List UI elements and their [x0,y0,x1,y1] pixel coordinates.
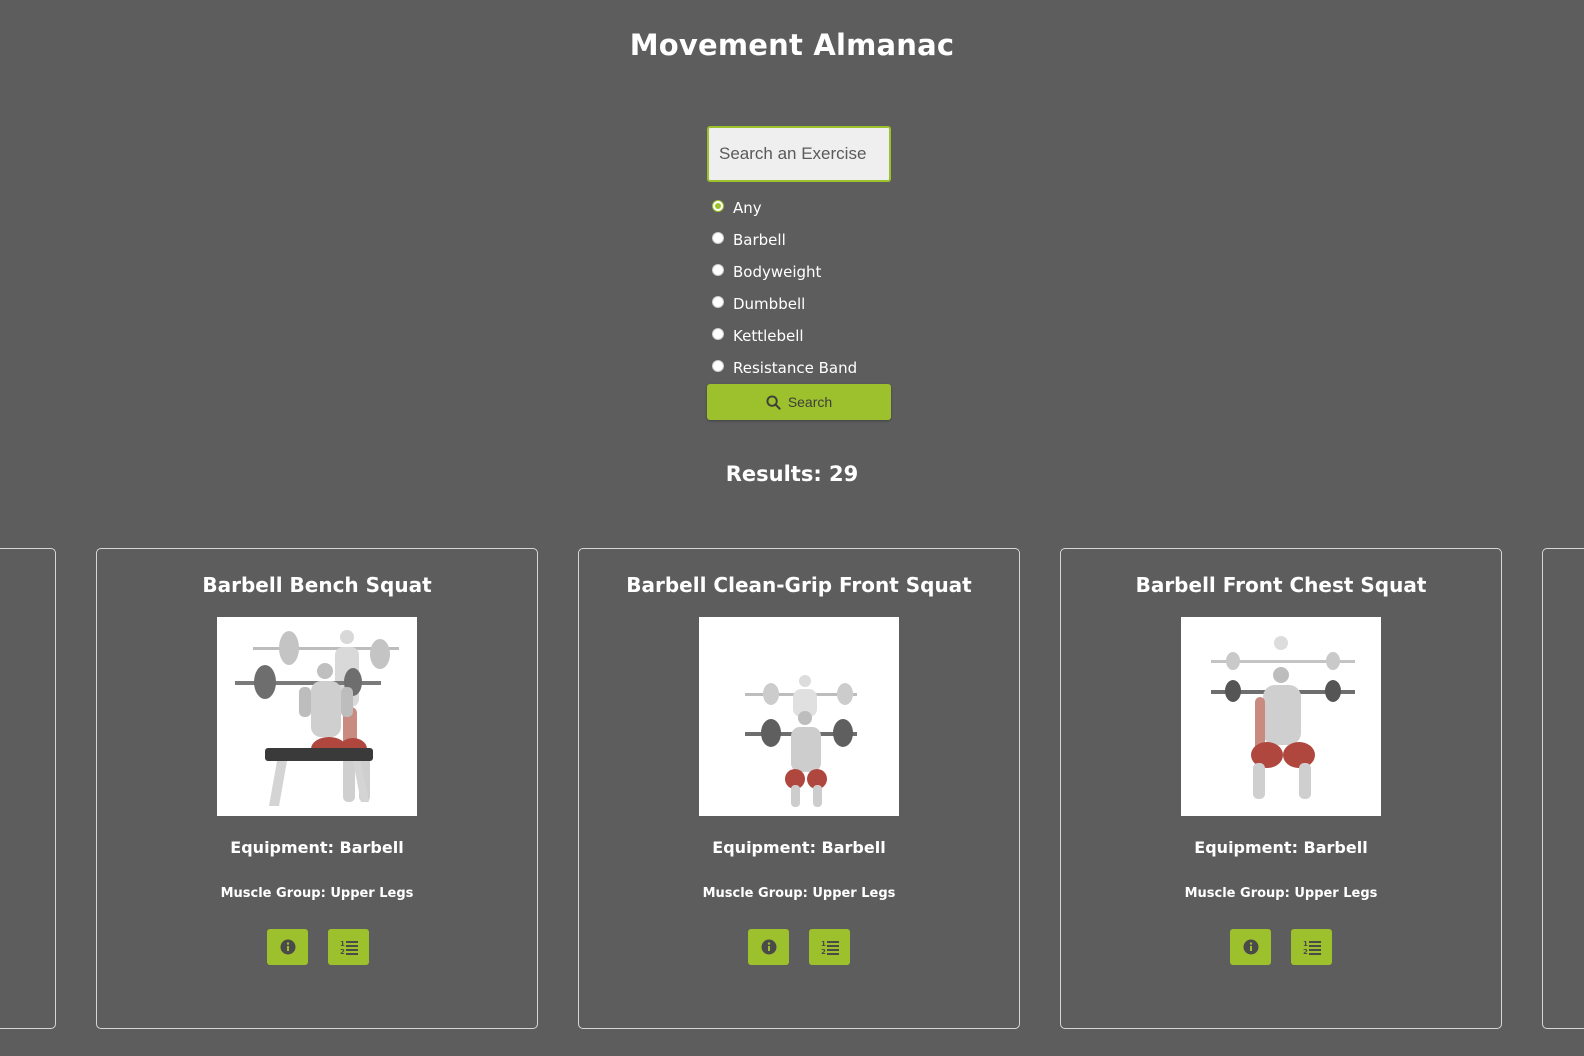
radio-option-kettlebell[interactable]: Kettlebell [712,320,857,352]
exercise-name: Barbell Front Chest Squat [1135,573,1427,597]
exercise-equipment: Equipment: Barbell [230,838,404,857]
exercise-muscle-group: Muscle Group: Upper Legs [1184,886,1378,901]
radio-label-any: Any [733,199,762,217]
exercise-name: Barbell Bench Squat [202,573,432,597]
search-button[interactable]: Search [707,384,891,420]
info-button[interactable] [748,929,789,965]
svg-text:1: 1 [1303,940,1308,948]
exercise-card: Barbell Bench Squat Equipment: Barbell M… [96,548,538,1029]
radio-button-kettlebell[interactable] [712,328,724,340]
search-icon [766,394,781,410]
exercise-name: Barbell Clean-Grip Front Squat [626,573,972,597]
search-input[interactable] [707,126,891,182]
radio-label-dumbbell: Dumbbell [733,295,806,313]
exercise-card: Barbell Front Chest Squat Equipment: Bar… [1060,548,1502,1029]
exercise-muscle-group: Muscle Group: Upper Legs [702,886,896,901]
instructions-button[interactable]: 1 2 [809,929,850,965]
equipment-filter-group: Any Barbell Bodyweight Dumbbell Kettlebe… [712,192,857,384]
numbered-list-icon: 1 2 [340,940,358,955]
numbered-list-icon: 1 2 [821,940,839,955]
results-count: Results: 29 [725,462,859,486]
radio-option-barbell[interactable]: Barbell [712,224,857,256]
svg-text:2: 2 [1303,948,1308,955]
exercise-image [699,617,899,816]
radio-button-resistance-band[interactable] [712,360,724,372]
radio-option-dumbbell[interactable]: Dumbbell [712,288,857,320]
radio-option-bodyweight[interactable]: Bodyweight [712,256,857,288]
info-circle-icon [280,939,295,955]
page: Movement Almanac Any Barbell Bodyweight … [0,0,1584,1056]
exercise-card-partial-right[interactable] [1542,548,1584,1029]
exercise-image [1181,617,1381,816]
numbered-list-icon: 1 2 [1303,940,1321,955]
radio-label-resistance-band: Resistance Band [733,359,858,377]
radio-option-any[interactable]: Any [712,192,857,224]
radio-label-kettlebell: Kettlebell [733,327,804,345]
exercise-card-partial-left[interactable] [0,548,56,1029]
info-circle-icon [761,939,776,955]
exercise-muscle-group: Muscle Group: Upper Legs [220,886,414,901]
radio-button-barbell[interactable] [712,232,724,244]
radio-label-barbell: Barbell [733,231,786,249]
search-button-label: Search [787,394,833,410]
exercise-card: Barbell Clean-Grip Front Squat Equipment… [578,548,1020,1029]
svg-text:1: 1 [821,940,826,948]
radio-button-bodyweight[interactable] [712,264,724,276]
exercise-equipment: Equipment: Barbell [1194,838,1368,857]
radio-label-bodyweight: Bodyweight [733,263,822,281]
page-title: Movement Almanac [629,28,955,62]
radio-button-any[interactable] [712,200,724,212]
info-button[interactable] [1230,929,1271,965]
svg-text:2: 2 [340,948,345,955]
svg-text:2: 2 [821,948,826,955]
instructions-button[interactable]: 1 2 [328,929,369,965]
radio-option-resistance-band[interactable]: Resistance Band [712,352,857,384]
exercise-image [217,617,417,816]
instructions-button[interactable]: 1 2 [1291,929,1332,965]
exercise-equipment: Equipment: Barbell [712,838,886,857]
radio-button-dumbbell[interactable] [712,296,724,308]
info-button[interactable] [267,929,308,965]
svg-text:1: 1 [340,940,345,948]
info-circle-icon [1243,939,1258,955]
